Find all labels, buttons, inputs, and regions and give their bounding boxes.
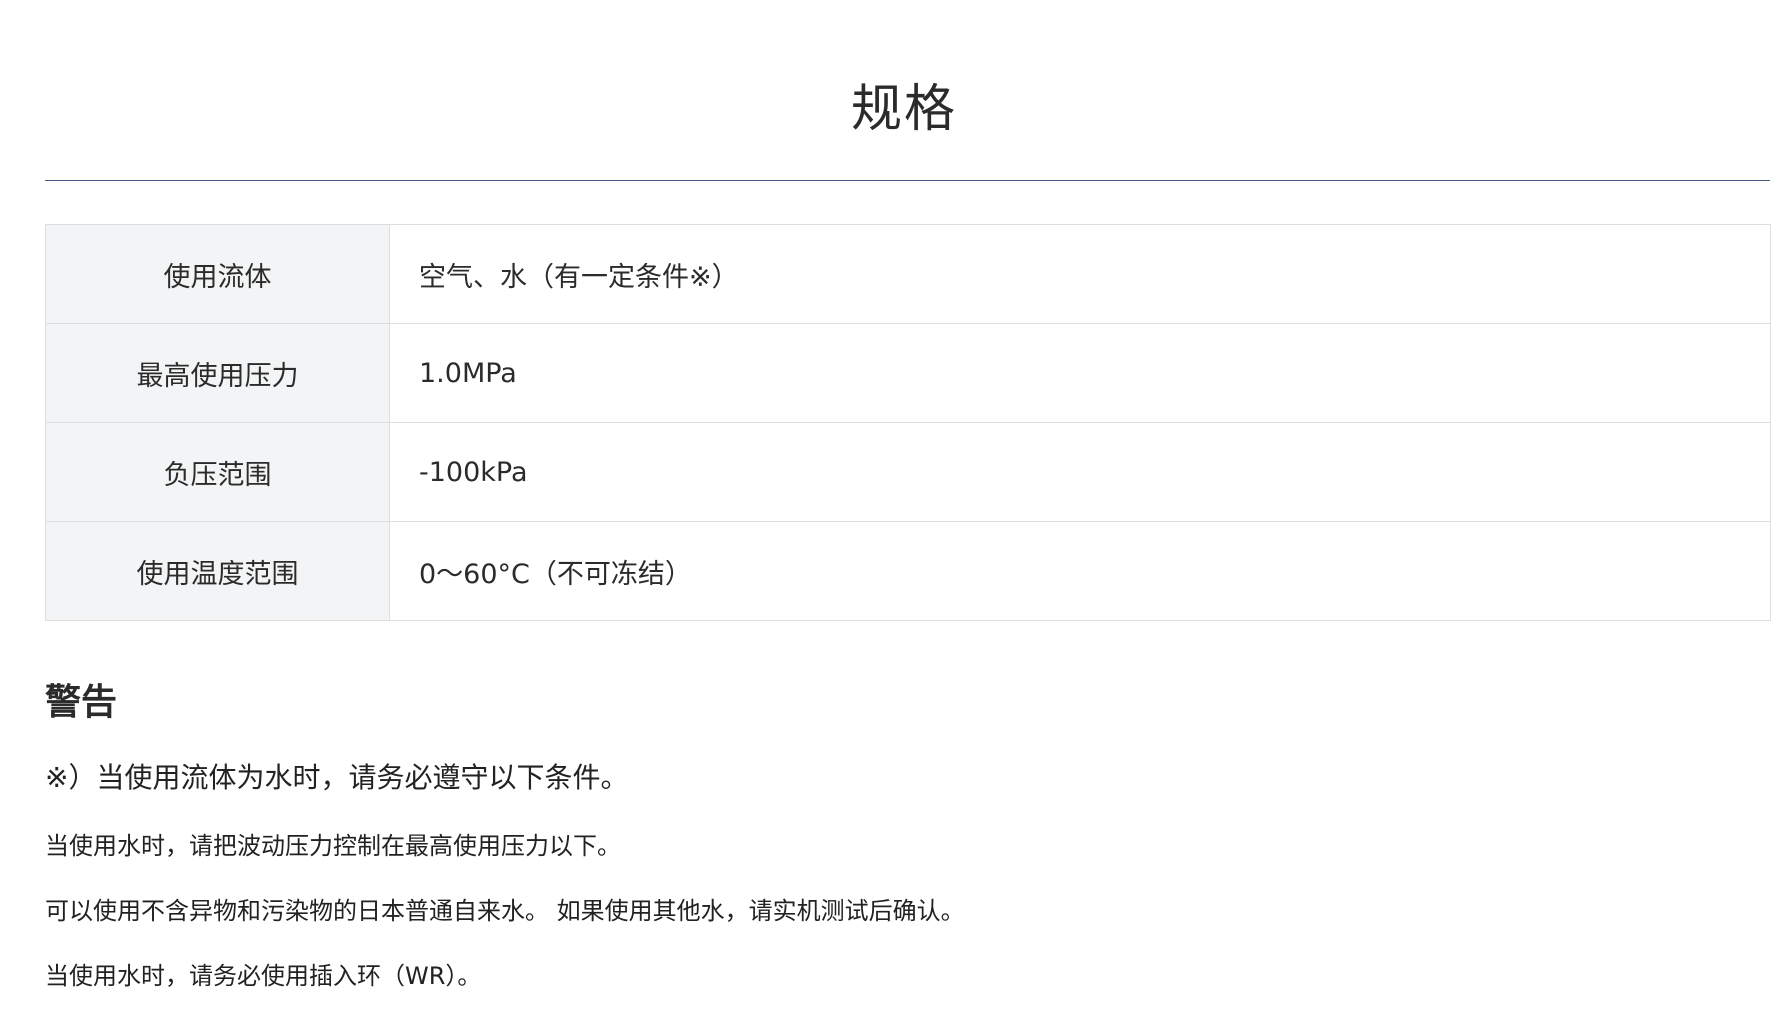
spec-label-temperature-range: 使用温度范围 — [45, 521, 390, 621]
warning-item: 可以使用不含异物和污染物的日本普通自来水。 如果使用其他水，请实机测试后确认。 — [45, 897, 965, 925]
title-divider — [45, 180, 1770, 181]
spec-value-temperature-range: 0～60°C（不可冻结） — [389, 521, 1771, 621]
warning-intro: ※）当使用流体为水时，请务必遵守以下条件。 — [45, 761, 629, 794]
spec-page: 规格 使用流体 空气、水（有一定条件※） 最高使用压力 1.0MPa 负压范围 … — [0, 0, 1788, 1014]
table-row: 使用温度范围 0～60°C（不可冻结） — [45, 521, 1771, 621]
warning-item: 当使用水时，请务必使用插入环（WR）。 — [45, 962, 482, 990]
spec-label-fluid: 使用流体 — [45, 224, 390, 324]
warning-heading: 警告 — [45, 682, 118, 723]
table-row: 最高使用压力 1.0MPa — [45, 323, 1771, 423]
spec-value-vacuum-range: -100kPa — [389, 422, 1771, 522]
spec-table: 使用流体 空气、水（有一定条件※） 最高使用压力 1.0MPa 负压范围 -10… — [45, 224, 1771, 621]
page-title: 规格 — [850, 80, 957, 139]
spec-value-max-pressure: 1.0MPa — [389, 323, 1771, 423]
table-row: 负压范围 -100kPa — [45, 422, 1771, 522]
spec-label-max-pressure: 最高使用压力 — [45, 323, 390, 423]
spec-value-fluid: 空气、水（有一定条件※） — [389, 224, 1771, 324]
table-row: 使用流体 空气、水（有一定条件※） — [45, 224, 1771, 324]
warning-item: 当使用水时，请把波动压力控制在最高使用压力以下。 — [45, 832, 621, 860]
spec-label-vacuum-range: 负压范围 — [45, 422, 390, 522]
